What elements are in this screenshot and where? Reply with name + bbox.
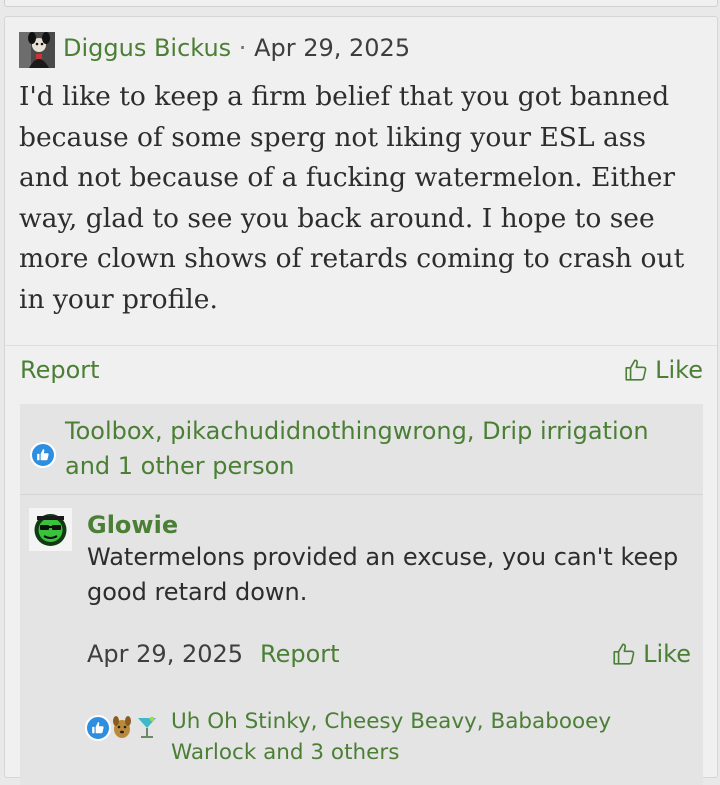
reply-reaction-icons[interactable] [85,713,165,743]
blue-thumbs-up-icon [30,442,56,468]
reply-report-link[interactable]: Report [260,640,340,668]
avatar[interactable] [19,32,55,68]
reply-avatar[interactable] [29,508,72,551]
reply-body: Watermelons provided an excuse, you can'… [87,543,679,606]
post-actions-bar: Report Like [5,345,717,396]
previous-post-card-edge [4,0,718,7]
like-button[interactable]: Like [623,356,703,384]
reply-reactions-list[interactable]: Uh Oh Stinky, Cheesy Beavy, Bababooey Wa… [171,706,696,768]
reply-like-label: Like [643,640,691,668]
reactions-bar[interactable]: Toolbox, pikachudidnothingwrong, Drip ir… [20,404,703,494]
report-link[interactable]: Report [20,356,100,384]
thumbs-up-outline-icon [613,643,635,665]
avatar-image [19,32,55,68]
cocktail-glass-icon [138,716,156,738]
reply-date[interactable]: Apr 29, 2025 [87,640,243,668]
post-header: Diggus Bickus · Apr 29, 2025 [63,34,410,62]
reply-username[interactable]: Glowie [87,511,178,539]
reply-like-button[interactable]: Like [611,640,691,668]
post-username[interactable]: Diggus Bickus [63,34,231,62]
comment: Glowie Watermelons provided an excuse, y… [20,494,703,785]
dog-emoji-icon [113,716,131,738]
header-separator: · [231,34,255,62]
blue-thumbs-up-icon [85,715,111,741]
reactions-list[interactable]: Toolbox, pikachudidnothingwrong, Drip ir… [65,414,695,484]
post-date[interactable]: Apr 29, 2025 [254,34,410,62]
thumbs-up-outline-icon [625,359,647,381]
post-body: I'd like to keep a firm belief that you … [19,81,685,315]
like-label: Like [655,356,703,384]
reply-avatar-image [29,508,72,551]
profile-post: Diggus Bickus · Apr 29, 2025 I'd like to… [4,16,718,785]
